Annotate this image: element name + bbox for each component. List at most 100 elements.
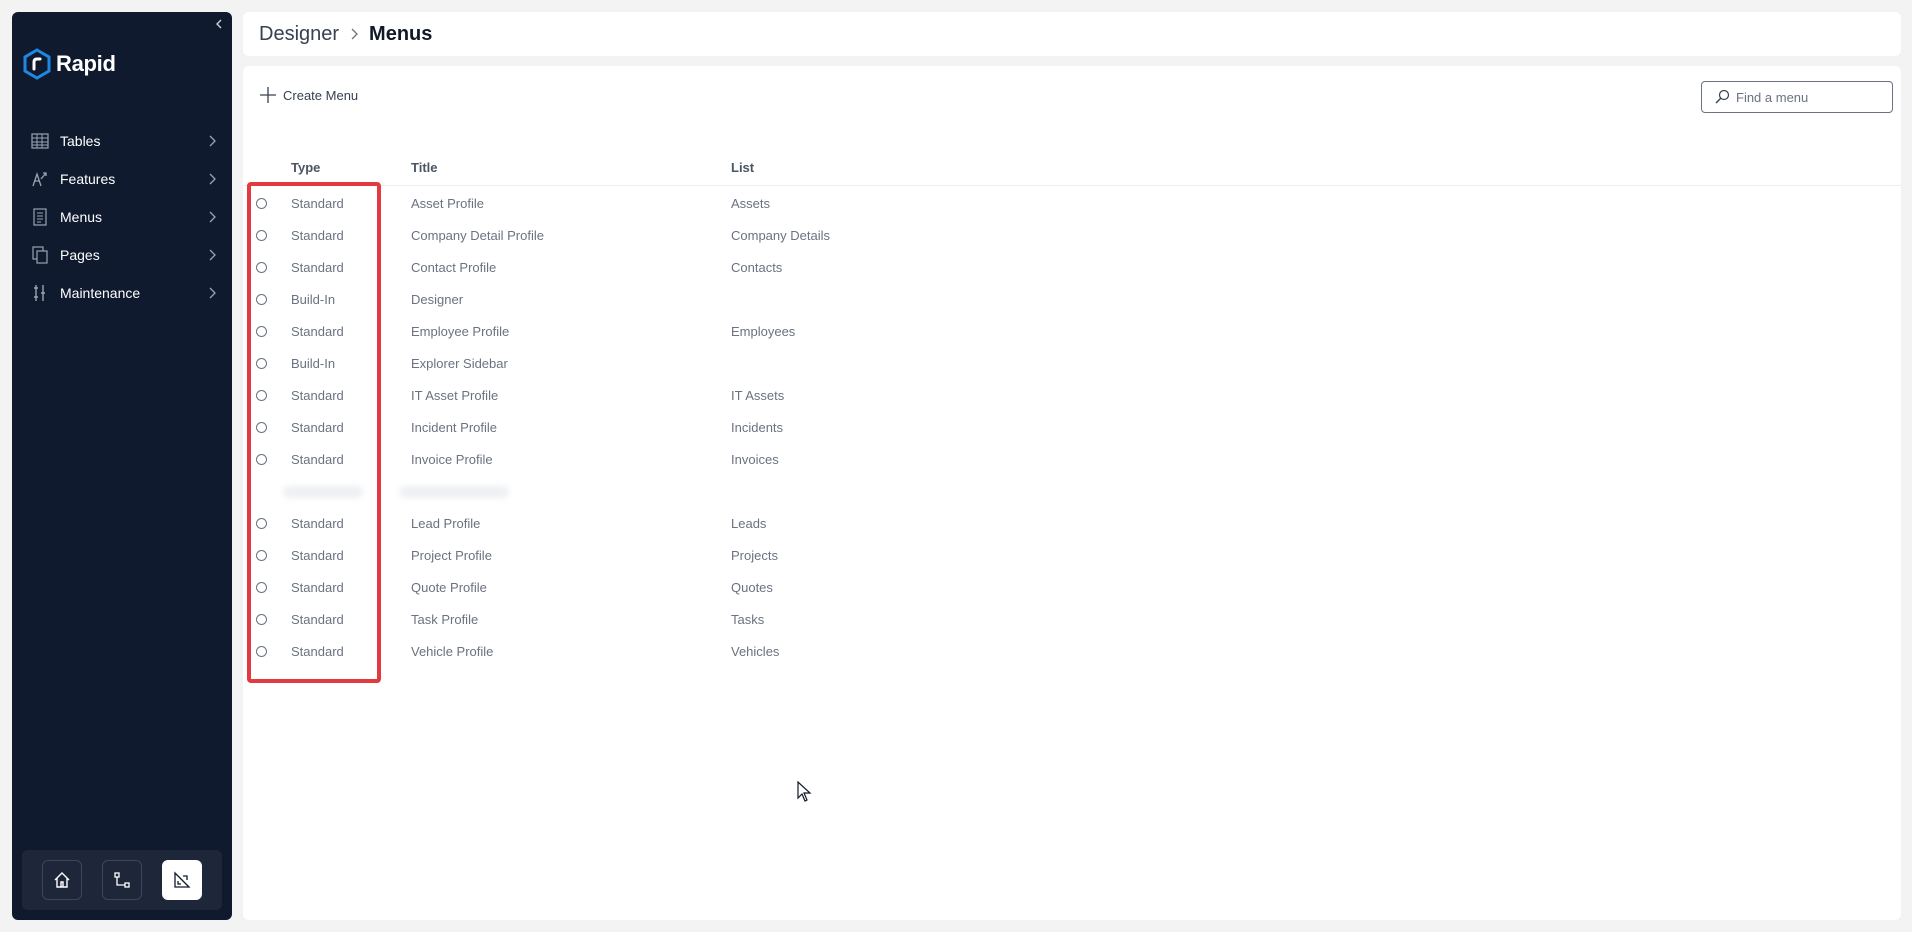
cell-type: Build-In [291, 292, 336, 307]
cell-list: Vehicles [731, 644, 780, 659]
cell-title: Employee Profile [411, 324, 510, 339]
cell-title: Vehicle Profile [411, 644, 494, 659]
chevron-left-icon [216, 19, 222, 29]
cell-type: Standard [291, 420, 344, 435]
row-radio[interactable] [256, 262, 267, 273]
home-icon [54, 872, 70, 888]
cell-list: Incidents [731, 420, 784, 435]
row-radio[interactable] [256, 422, 267, 433]
sidebar-item-features[interactable]: Features [12, 160, 232, 198]
main-panel: Create Menu Type Title List Standard Ass… [243, 66, 1901, 920]
table-header: Type Title List [243, 150, 1901, 186]
chevron-right-icon [209, 249, 216, 261]
table-row[interactable]: Standard Asset Profile Assets [243, 188, 1901, 220]
row-radio[interactable] [256, 518, 267, 529]
cell-title: IT Asset Profile [411, 388, 499, 403]
sidebar-item-pages[interactable]: Pages [12, 236, 232, 274]
menus-table: Type Title List Standard Asset Profile A… [243, 150, 1901, 668]
column-header-type[interactable]: Type [291, 160, 320, 175]
table-row[interactable]: Standard Invoice Profile Invoices [243, 444, 1901, 476]
breadcrumb-parent[interactable]: Designer [259, 23, 339, 46]
cell-title: Explorer Sidebar [411, 356, 508, 371]
cell-title: Designer [411, 292, 464, 307]
row-radio[interactable] [256, 294, 267, 305]
row-radio[interactable] [256, 198, 267, 209]
flow-icon [114, 872, 130, 888]
sidebar-nav: Tables Features Menus Pages Maintenance [12, 122, 232, 312]
table-row[interactable]: Standard IT Asset Profile IT Assets [243, 380, 1901, 412]
cell-list: Leads [731, 516, 767, 531]
table-row[interactable]: Standard Employee Profile Employees [243, 316, 1901, 348]
home-button[interactable] [42, 860, 82, 900]
mouse-cursor-icon [797, 781, 812, 802]
cell-type: Standard [291, 452, 344, 467]
sidebar-item-label: Features [60, 171, 116, 187]
sidebar: Rapid Tables Features Menus Pages Mainte… [12, 12, 232, 920]
sidebar-item-label: Maintenance [60, 285, 141, 301]
table-row-redacted [243, 476, 1901, 508]
logo: Rapid [22, 48, 116, 80]
row-radio[interactable] [256, 646, 267, 657]
row-radio[interactable] [256, 390, 267, 401]
sidebar-item-maintenance[interactable]: Maintenance [12, 274, 232, 312]
table-body: Standard Asset Profile Assets Standard C… [243, 186, 1901, 668]
search-box [1701, 81, 1893, 113]
row-radio[interactable] [256, 230, 267, 241]
table-row[interactable]: Build-In Explorer Sidebar [243, 348, 1901, 380]
row-radio[interactable] [256, 550, 267, 561]
cell-type: Standard [291, 644, 344, 659]
sidebar-item-label: Pages [60, 247, 100, 263]
flow-button[interactable] [102, 860, 142, 900]
cell-type: Standard [291, 516, 344, 531]
cell-type: Standard [291, 388, 344, 403]
cell-title: Quote Profile [411, 580, 487, 595]
row-radio[interactable] [256, 358, 267, 369]
table-row[interactable]: Standard Task Profile Tasks [243, 604, 1901, 636]
table-row[interactable]: Standard Contact Profile Contacts [243, 252, 1901, 284]
cell-title: Asset Profile [411, 196, 484, 211]
cell-list: Invoices [731, 452, 779, 467]
rapid-logo-icon [23, 48, 51, 80]
table-row[interactable]: Standard Lead Profile Leads [243, 508, 1901, 540]
table-row[interactable]: Standard Vehicle Profile Vehicles [243, 636, 1901, 668]
designer-icon [174, 871, 191, 888]
create-menu-button[interactable]: Create Menu [259, 86, 358, 104]
row-radio[interactable] [256, 454, 267, 465]
chevron-right-icon [349, 27, 359, 41]
table-row[interactable]: Standard Company Detail Profile Company … [243, 220, 1901, 252]
features-icon [30, 169, 50, 189]
row-radio[interactable] [256, 326, 267, 337]
table-icon [30, 131, 50, 151]
cell-type: Standard [291, 260, 344, 275]
sidebar-footer [22, 850, 222, 910]
create-menu-label: Create Menu [283, 87, 359, 103]
chevron-right-icon [209, 287, 216, 299]
cell-title: Lead Profile [411, 516, 481, 531]
cell-type: Standard [291, 580, 344, 595]
cell-list: Company Details [731, 228, 830, 243]
redacted-cell [283, 486, 363, 498]
table-row[interactable]: Standard Quote Profile Quotes [243, 572, 1901, 604]
column-header-title[interactable]: Title [411, 160, 438, 175]
cell-title: Invoice Profile [411, 452, 493, 467]
cell-list: Quotes [731, 580, 773, 595]
cell-list: Contacts [731, 260, 783, 275]
redacted-cell [399, 486, 509, 498]
sidebar-item-menus[interactable]: Menus [12, 198, 232, 236]
row-radio[interactable] [256, 614, 267, 625]
table-row[interactable]: Build-In Designer [243, 284, 1901, 316]
column-header-list[interactable]: List [731, 160, 754, 175]
sidebar-item-label: Tables [60, 133, 101, 149]
sidebar-item-tables[interactable]: Tables [12, 122, 232, 160]
menu-icon [30, 207, 50, 227]
cell-title: Project Profile [411, 548, 492, 563]
row-radio[interactable] [256, 582, 267, 593]
chevron-right-icon [209, 135, 216, 147]
cell-type: Standard [291, 548, 344, 563]
pages-icon [30, 245, 50, 265]
collapse-sidebar-button[interactable] [212, 18, 226, 32]
table-row[interactable]: Standard Project Profile Projects [243, 540, 1901, 572]
designer-button[interactable] [162, 860, 202, 900]
table-row[interactable]: Standard Incident Profile Incidents [243, 412, 1901, 444]
search-input[interactable] [1736, 89, 1886, 105]
